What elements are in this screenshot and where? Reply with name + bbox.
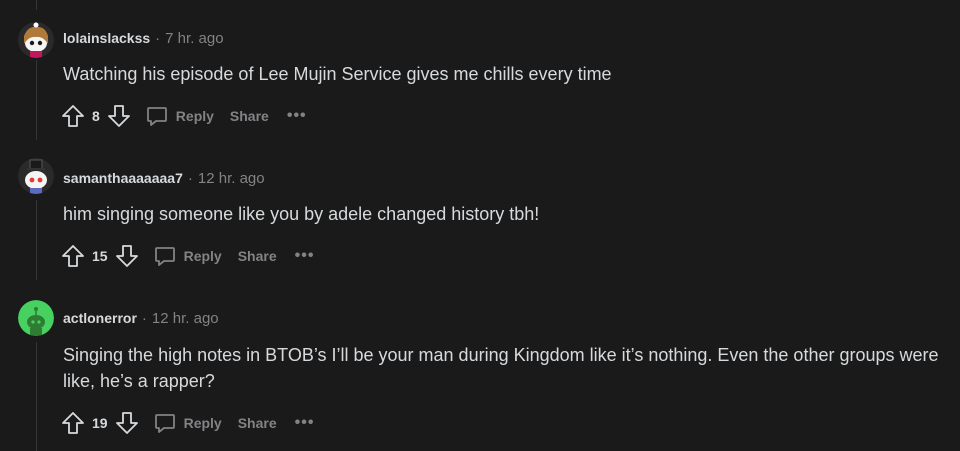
comment-meta: samanthaaaaaaa7 · 12 hr. ago xyxy=(63,170,265,187)
share-button[interactable]: Share xyxy=(230,108,269,124)
author-link[interactable]: samanthaaaaaaa7 xyxy=(63,170,183,186)
avatar[interactable] xyxy=(18,22,54,58)
comment: lolainslackss · 7 hr. ago Watching his e… xyxy=(0,0,960,140)
downvote-icon[interactable] xyxy=(114,243,140,269)
snoo-avatar-icon xyxy=(18,22,54,58)
vote-count: 8 xyxy=(92,108,100,124)
upvote-icon[interactable] xyxy=(60,410,86,436)
comment-actions: 15 Reply Share ••• xyxy=(60,243,314,269)
snoo-avatar-icon xyxy=(18,158,54,194)
reply-button[interactable]: Reply xyxy=(152,243,222,269)
upvote-icon[interactable] xyxy=(60,103,86,129)
snoo-avatar-icon xyxy=(18,300,54,336)
comment-body: Singing the high notes in BTOB’s I’ll be… xyxy=(63,345,939,391)
share-button[interactable]: Share xyxy=(238,415,277,431)
comment: actlonerror · 12 hr. ago Singing the hig… xyxy=(0,280,960,451)
more-options-icon[interactable]: ••• xyxy=(295,247,315,265)
comment-bubble-icon xyxy=(152,410,178,436)
comment: samanthaaaaaaa7 · 12 hr. ago him singing… xyxy=(0,140,960,280)
author-link[interactable]: actlonerror xyxy=(63,310,137,326)
comment-bubble-icon xyxy=(152,243,178,269)
author-link[interactable]: lolainslackss xyxy=(63,30,150,46)
timestamp[interactable]: 12 hr. ago xyxy=(152,310,219,327)
more-options-icon[interactable]: ••• xyxy=(287,107,307,125)
comment-body: him singing someone like you by adele ch… xyxy=(63,204,540,224)
reply-button[interactable]: Reply xyxy=(152,410,222,436)
reply-label: Reply xyxy=(175,108,214,124)
downvote-icon[interactable] xyxy=(106,103,132,129)
avatar[interactable] xyxy=(18,300,54,336)
separator: · xyxy=(187,170,193,187)
reply-button[interactable]: Reply xyxy=(144,103,214,129)
share-button[interactable]: Share xyxy=(238,248,277,264)
comment-body: Watching his episode of Lee Mujin Servic… xyxy=(63,64,612,84)
comment-meta: actlonerror · 12 hr. ago xyxy=(63,310,219,327)
reply-label: Reply xyxy=(183,415,222,431)
timestamp[interactable]: 12 hr. ago xyxy=(198,170,265,187)
upvote-icon[interactable] xyxy=(60,243,86,269)
vote-count: 19 xyxy=(92,415,108,431)
comment-actions: 19 Reply Share ••• xyxy=(60,410,314,436)
more-options-icon[interactable]: ••• xyxy=(295,414,315,432)
comment-meta: lolainslackss · 7 hr. ago xyxy=(63,30,224,47)
vote-count: 15 xyxy=(92,248,108,264)
downvote-icon[interactable] xyxy=(114,410,140,436)
separator: · xyxy=(141,310,147,327)
timestamp[interactable]: 7 hr. ago xyxy=(165,30,223,47)
separator: · xyxy=(155,30,161,47)
avatar[interactable] xyxy=(18,158,54,194)
comment-bubble-icon xyxy=(144,103,170,129)
comment-actions: 8 Reply Share ••• xyxy=(60,103,307,129)
reply-label: Reply xyxy=(183,248,222,264)
